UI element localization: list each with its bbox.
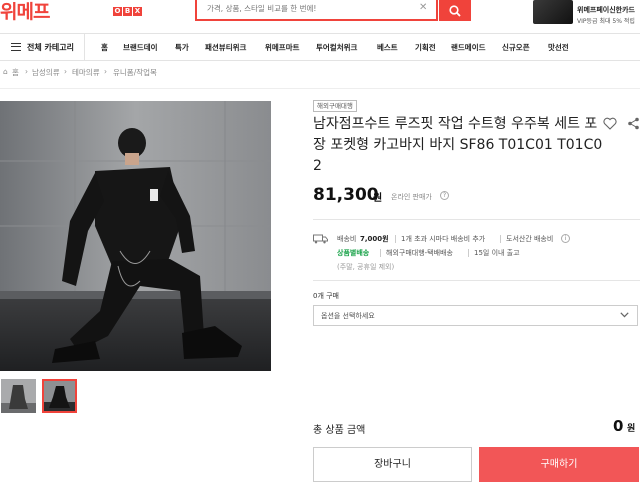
nav-item-exhibition[interactable]: 기획전 (415, 42, 436, 53)
add-to-cart-button[interactable]: 장바구니 (313, 447, 472, 482)
nav-item-handmade[interactable]: 랜드메이드 (451, 42, 486, 53)
search-button[interactable] (439, 0, 471, 21)
search-icon (449, 5, 461, 17)
card-promo-subtitle: VIP등급 최대 5% 적립 (577, 18, 635, 25)
price-note: 온라인 판매가 (391, 193, 432, 201)
separator (468, 249, 469, 257)
divider (0, 88, 640, 89)
thumbnail-photo (44, 381, 75, 411)
main-nav: 전체 카테고리 홈 브랜드데이 특가 패션뷰티위크 위메프마트 투어컬처위크 베… (0, 33, 640, 61)
total-price-label: 총 상품 금액 (313, 425, 366, 436)
separator (395, 235, 396, 243)
nav-item-new-open[interactable]: 신규오픈 (502, 42, 530, 53)
separator (380, 249, 381, 257)
breadcrumb-item[interactable]: 홈 (12, 67, 19, 78)
nav-item-tour-culture[interactable]: 투어컬처위크 (316, 42, 357, 53)
product-price: 81,300 (313, 185, 379, 205)
shipping-condition: 1개 초과 시마다 배송비 추가 (401, 235, 486, 243)
card-promo[interactable]: 위메프페이신한카드 VIP등급 최대 5% 적립 (533, 0, 640, 30)
all-categories-button[interactable]: 전체 카테고리 (0, 34, 85, 60)
breadcrumb-separator: › (25, 67, 28, 76)
breadcrumb-item[interactable]: 유니폼/작업복 (113, 67, 157, 78)
shipping-fee-label: 배송비 (337, 235, 357, 243)
hamburger-icon (11, 43, 21, 51)
price-unit: 원 (373, 193, 383, 204)
product-title: 남자점프수트 루즈핏 작업 수트형 우주복 세트 포장 포켓형 카고바지 바지 … (313, 116, 603, 174)
nav-item-special[interactable]: 특가 (175, 42, 189, 53)
purchase-count-label: 0개 구매 (313, 292, 339, 300)
thumbnail-photo (1, 379, 36, 413)
divider (313, 280, 640, 281)
breadcrumb-separator: › (104, 67, 107, 76)
all-categories-label: 전체 카테고리 (27, 43, 74, 52)
heart-icon[interactable] (603, 117, 617, 133)
nav-item-home[interactable]: 홈 (101, 42, 108, 53)
product-thumbnail[interactable] (1, 379, 36, 413)
nav-item-fashion-beauty[interactable]: 패션뷰티위크 (205, 42, 246, 53)
promo-badge-letter: B (123, 7, 132, 16)
search-box: ✕ (195, 0, 438, 21)
card-image (533, 0, 573, 24)
breadcrumb: ⌂ 홈 › 남성의류 › 테마의류 › 유니폼/작업복 (0, 67, 640, 81)
search-input[interactable] (207, 4, 407, 13)
option-select[interactable]: 옵션을 선택하세요 (313, 305, 638, 326)
option-select-placeholder: 옵션을 선택하세요 (321, 312, 375, 320)
nav-item-wemakemart[interactable]: 위메프마트 (265, 42, 300, 53)
promo-badge-letter: X (133, 7, 142, 16)
divider (313, 219, 640, 220)
total-price-value: 0 (613, 417, 624, 435)
promo-badge-letter: O (113, 7, 122, 16)
breadcrumb-item[interactable]: 남성의류 (32, 67, 60, 78)
breadcrumb-separator: › (64, 67, 67, 76)
info-icon[interactable]: i (561, 234, 570, 243)
home-icon[interactable]: ⌂ (3, 67, 8, 76)
nav-item-brandday[interactable]: 브랜드데이 (123, 42, 158, 53)
shipping-fee-value: 7,000원 (360, 235, 389, 243)
help-icon[interactable]: ? (440, 191, 449, 200)
shipping-eta: 15일 이내 출고 (474, 249, 520, 257)
share-icon[interactable] (627, 117, 640, 133)
card-promo-title: 위메프페이신한카드 (577, 6, 635, 14)
chevron-down-icon (620, 311, 629, 321)
truck-icon (313, 234, 328, 247)
shipping-type-link[interactable]: 상품별배송 (337, 248, 369, 258)
product-photo (0, 101, 271, 371)
product-thumbnail-selected[interactable] (42, 379, 77, 413)
nav-item-best[interactable]: 베스트 (377, 42, 398, 53)
promo-badge[interactable]: O B X (113, 7, 143, 16)
header: 위메프 O B X ✕ 위메프페이신한카드 VIP등급 최대 5% 적립 (0, 0, 640, 30)
shipping-note: (주말, 공휴일 제외) (337, 263, 395, 271)
close-icon[interactable]: ✕ (419, 2, 427, 13)
island-shipping-fee: 도서산간 배송비 (506, 235, 554, 243)
site-logo[interactable]: 위메프 (0, 0, 50, 24)
total-price-unit: 원 (627, 424, 636, 434)
product-main-image[interactable] (0, 101, 271, 371)
buy-now-button[interactable]: 구매하기 (479, 447, 639, 482)
separator (500, 235, 501, 243)
breadcrumb-item[interactable]: 테마의류 (72, 67, 100, 78)
shipping-method: 해외구매대행-택배배송 (386, 249, 453, 257)
nav-item-food[interactable]: 맛선전 (548, 42, 569, 53)
overseas-purchase-badge: 해외구매대행 (313, 100, 357, 112)
